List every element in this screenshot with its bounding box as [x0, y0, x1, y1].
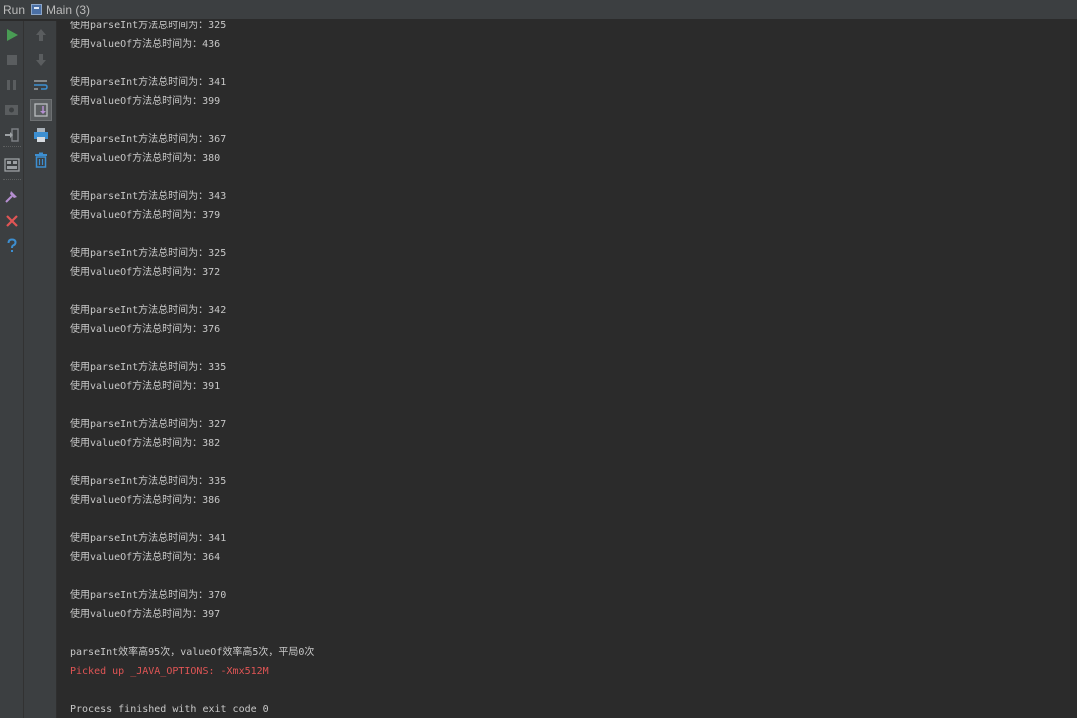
console-line: 使用parseInt方法总时间为：341: [70, 533, 227, 544]
application-icon: [31, 4, 43, 15]
console-output[interactable]: 使用parseInt方法总时间为：325 使用valueOf方法总时间为：436 使…: [58, 21, 1077, 718]
console-line: 使用parseInt方法总时间为：370: [70, 590, 227, 601]
console-line: 使用valueOf方法总时间为：376: [70, 324, 221, 335]
console-line: 使用valueOf方法总时间为：382: [70, 438, 221, 449]
console-line: 使用parseInt方法总时间为：325: [70, 21, 227, 31]
console-line: parseInt效率高95次，valueOf效率高5次，平局0次: [70, 647, 315, 658]
console-line: 使用parseInt方法总时间为：335: [70, 476, 227, 487]
console-line: 使用parseInt方法总时间为：343: [70, 191, 227, 202]
tab-main[interactable]: Main (3): [46, 3, 90, 17]
arrow-down-icon[interactable]: [32, 51, 50, 69]
console-line: 使用valueOf方法总时间为：436: [70, 39, 221, 50]
layout-icon[interactable]: [3, 156, 21, 174]
right-action-toolbar: [24, 21, 57, 718]
console-line: 使用parseInt方法总时间为：327: [70, 419, 227, 430]
run-icon[interactable]: [3, 26, 21, 44]
console-line: 使用valueOf方法总时间为：364: [70, 552, 221, 563]
soft-wrap-icon[interactable]: [32, 76, 50, 94]
pause-icon[interactable]: [3, 76, 21, 94]
console-line: 使用parseInt方法总时间为：341: [70, 77, 227, 88]
run-label: Run: [3, 2, 26, 17]
close-icon[interactable]: [3, 212, 21, 230]
console-line: 使用valueOf方法总时间为：399: [70, 96, 221, 107]
console-line: 使用parseInt方法总时间为：342: [70, 305, 227, 316]
stop-icon[interactable]: [3, 51, 21, 69]
console-line: 使用parseInt方法总时间为：325: [70, 248, 227, 259]
console-line: 使用valueOf方法总时间为：380: [70, 153, 221, 164]
arrow-up-icon[interactable]: [32, 26, 50, 44]
pin-icon[interactable]: [3, 187, 21, 205]
left-action-toolbar: [0, 21, 24, 718]
console-line: 使用parseInt方法总时间为：335: [70, 362, 227, 373]
console-line: 使用valueOf方法总时间为：391: [70, 381, 221, 392]
console-line: Process finished with exit code 0: [70, 704, 269, 715]
trash-icon[interactable]: [32, 151, 50, 169]
exit-icon[interactable]: [3, 126, 21, 144]
console-line: 使用valueOf方法总时间为：379: [70, 210, 221, 221]
console-error-line: Picked up _JAVA_OPTIONS: -Xmx512M: [70, 666, 269, 677]
print-icon[interactable]: [32, 126, 50, 144]
dump-threads-icon[interactable]: [3, 101, 21, 119]
console-line: 使用valueOf方法总时间为：372: [70, 267, 221, 278]
run-tool-window-header: Run Main (3): [0, 0, 1077, 20]
help-icon[interactable]: [3, 237, 21, 255]
scroll-to-end-icon[interactable]: [30, 99, 52, 121]
console-line: 使用parseInt方法总时间为：367: [70, 134, 227, 145]
console-line: 使用valueOf方法总时间为：386: [70, 495, 221, 506]
console-line: 使用valueOf方法总时间为：397: [70, 609, 221, 620]
